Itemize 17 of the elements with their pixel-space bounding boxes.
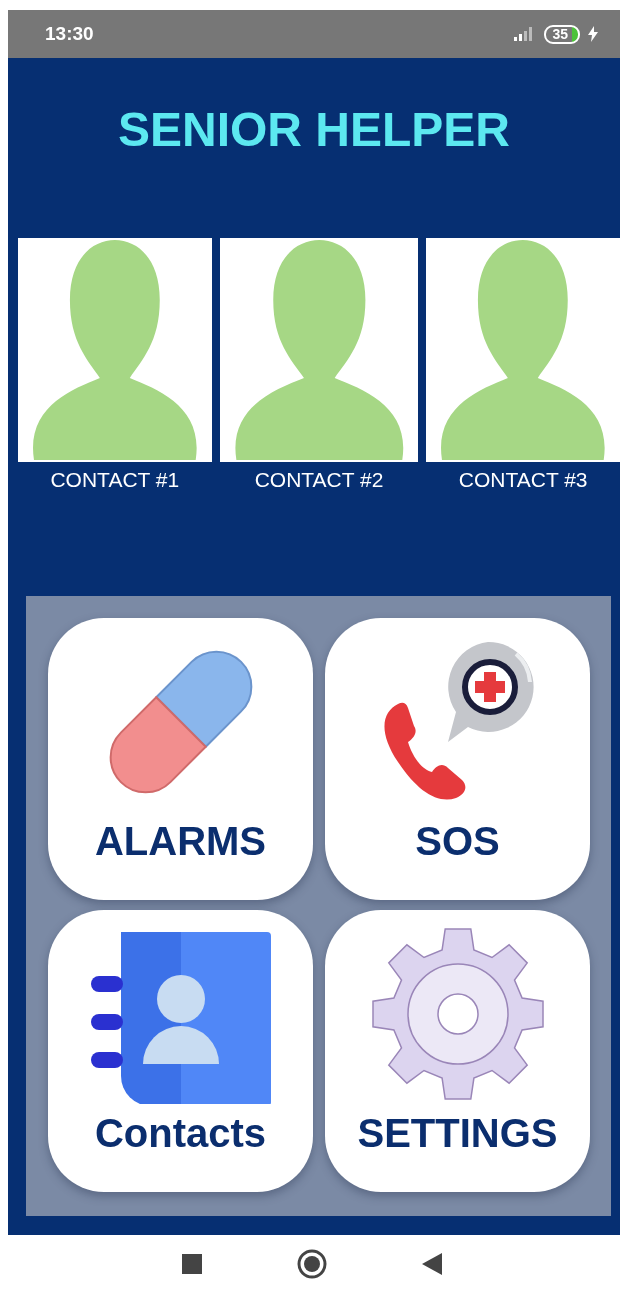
contact-avatar[interactable] <box>219 238 419 462</box>
contact-label: CONTACT #1 <box>50 468 180 492</box>
contact-label: CONTACT #3 <box>458 468 588 492</box>
charging-icon <box>588 26 598 42</box>
menu-tile[interactable]: Contacts <box>48 910 313 1192</box>
menu-tile[interactable]: ALARMS <box>48 618 313 900</box>
back-icon[interactable] <box>422 1253 442 1275</box>
battery-indicator: 35 <box>544 24 580 44</box>
contact-avatar[interactable] <box>426 238 620 462</box>
status-time: 13:30 <box>45 23 94 45</box>
contact-label: CONTACT #2 <box>254 468 384 492</box>
menu-tile[interactable]: SETTINGS <box>325 910 590 1192</box>
recent-apps-icon[interactable] <box>182 1254 202 1274</box>
menu-tile[interactable]: SOS <box>325 618 590 900</box>
home-icon[interactable] <box>297 1249 327 1279</box>
app-title: SENIOR HELPER <box>116 102 512 158</box>
contact-avatar[interactable] <box>18 238 212 462</box>
